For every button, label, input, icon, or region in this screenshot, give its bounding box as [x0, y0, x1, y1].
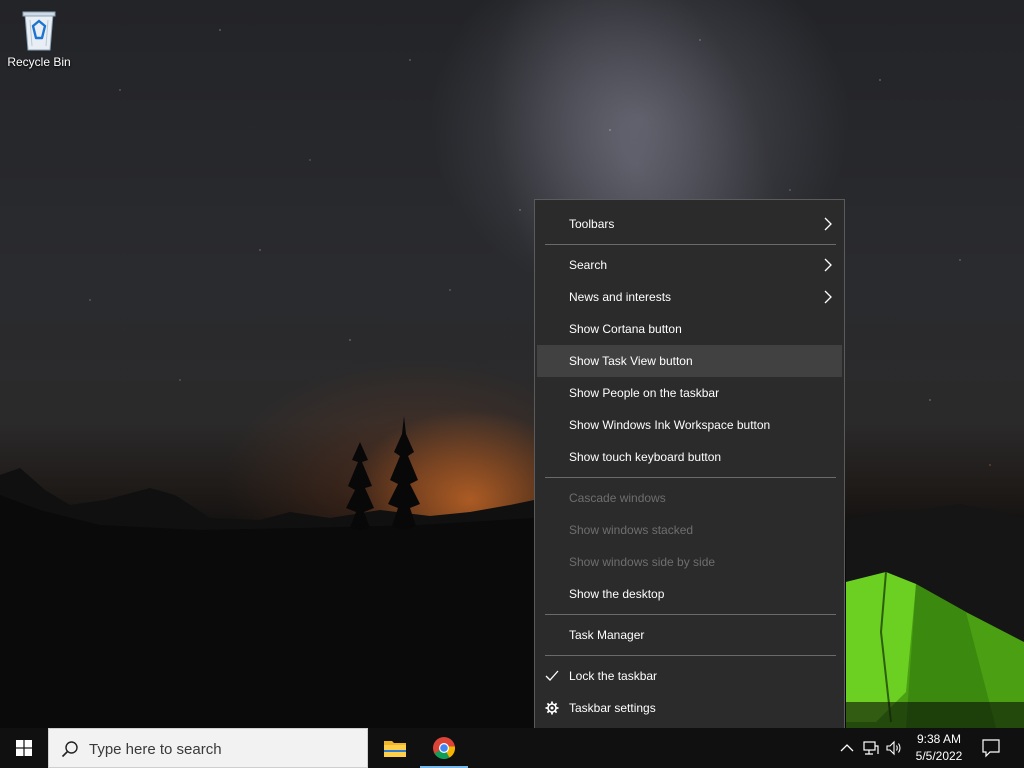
recycle-bin-label: Recycle Bin — [7, 55, 71, 69]
menu-item-show-cortana-button[interactable]: Show Cortana button — [537, 313, 842, 345]
search-icon — [61, 741, 78, 758]
menu-item-label: Cascade windows — [569, 491, 666, 505]
menu-item-search[interactable]: Search — [537, 249, 842, 281]
checkmark-icon — [545, 670, 559, 681]
menu-item-show-task-view-button[interactable]: Show Task View button — [537, 345, 842, 377]
menu-item-label: Task Manager — [569, 628, 645, 642]
gear-icon — [545, 701, 559, 715]
taskbar-context-menu: Toolbars Search News and interests Show … — [534, 199, 845, 731]
menu-separator — [545, 614, 836, 615]
menu-item-label: Show the desktop — [569, 587, 665, 601]
recycle-bin-icon — [22, 11, 56, 51]
menu-separator — [545, 244, 836, 245]
taskbar-search-box[interactable] — [48, 728, 368, 768]
file-explorer-icon — [384, 741, 406, 757]
menu-item-news-and-interests[interactable]: News and interests — [537, 281, 842, 313]
menu-item-taskbar-settings[interactable]: Taskbar settings — [537, 692, 842, 724]
taskbar-app-file-explorer[interactable] — [371, 728, 419, 768]
menu-separator — [545, 477, 836, 478]
start-button[interactable] — [0, 728, 48, 768]
menu-separator — [545, 655, 836, 656]
search-input[interactable] — [87, 737, 361, 761]
menu-item-show-people-on-taskbar[interactable]: Show People on the taskbar — [537, 377, 842, 409]
menu-item-cascade-windows: Cascade windows — [537, 482, 842, 514]
chevron-up-icon[interactable] — [838, 739, 856, 757]
chrome-icon — [433, 737, 455, 759]
menu-item-label: Lock the taskbar — [569, 669, 658, 683]
action-center-icon[interactable] — [980, 738, 1002, 758]
menu-item-label: Toolbars — [569, 217, 615, 231]
menu-item-label: Taskbar settings — [569, 701, 656, 715]
menu-item-label: Search — [569, 258, 608, 272]
menu-item-label: Show Cortana button — [569, 322, 682, 336]
menu-item-label: Show windows stacked — [569, 523, 694, 537]
recycle-bin-desktop-icon[interactable]: Recycle Bin — [4, 6, 74, 78]
menu-item-label: Show People on the taskbar — [569, 386, 720, 400]
volume-icon[interactable] — [885, 739, 903, 757]
system-clock[interactable]: 9:38 AM 5/5/2022 — [905, 731, 973, 765]
network-icon[interactable] — [862, 739, 880, 757]
menu-item-task-manager[interactable]: Task Manager — [537, 619, 842, 651]
clock-time: 9:38 AM — [916, 732, 962, 746]
menu-item-show-windows-stacked: Show windows stacked — [537, 514, 842, 546]
menu-item-show-windows-ink-workspace-button[interactable]: Show Windows Ink Workspace button — [537, 409, 842, 441]
menu-item-show-touch-keyboard-button[interactable]: Show touch keyboard button — [537, 441, 842, 473]
menu-item-toolbars[interactable]: Toolbars — [537, 208, 842, 240]
menu-item-show-windows-side-by-side: Show windows side by side — [537, 546, 842, 578]
menu-item-label: Show touch keyboard button — [569, 450, 722, 464]
chevron-right-icon — [824, 290, 832, 304]
menu-item-label: Show Windows Ink Workspace button — [569, 418, 771, 432]
taskbar-app-chrome[interactable] — [420, 728, 468, 768]
clock-date: 5/5/2022 — [915, 749, 963, 763]
menu-item-label: News and interests — [569, 290, 672, 304]
chevron-right-icon — [824, 258, 832, 272]
menu-item-show-the-desktop[interactable]: Show the desktop — [537, 578, 842, 610]
menu-item-lock-the-taskbar[interactable]: Lock the taskbar — [537, 660, 842, 692]
tent-illustration — [846, 572, 1024, 728]
menu-item-label: Show windows side by side — [569, 555, 716, 569]
windows-logo-icon — [16, 740, 32, 756]
menu-item-label: Show Task View button — [569, 354, 693, 368]
taskbar: 9:38 AM 5/5/2022 — [0, 728, 1024, 768]
chevron-right-icon — [824, 217, 832, 231]
